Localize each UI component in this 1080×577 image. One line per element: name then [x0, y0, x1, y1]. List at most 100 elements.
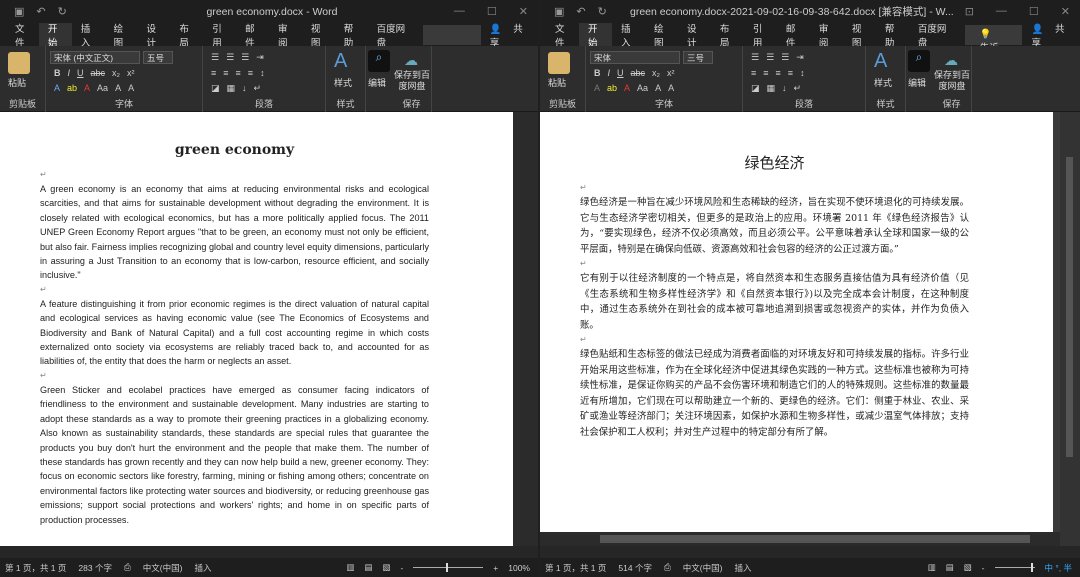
shading-icon[interactable]: ◪ — [211, 83, 220, 94]
zoom-slider[interactable] — [994, 563, 1035, 572]
vertical-scrollbar[interactable] — [1060, 112, 1080, 546]
save-to-baidu-button[interactable]: 保存到百度网盘 — [394, 70, 430, 92]
styles-icon[interactable]: A — [874, 50, 887, 73]
center-icon[interactable]: ≡ — [223, 68, 228, 78]
paste-button[interactable]: 粘贴 — [548, 76, 566, 89]
underline-button[interactable]: U — [77, 68, 84, 78]
subscript-button[interactable]: x₂ — [112, 68, 120, 78]
line-spacing-icon[interactable]: ↕ — [800, 68, 805, 78]
zoom-in-button[interactable]: + — [493, 563, 498, 573]
minimize-button[interactable]: — — [454, 5, 465, 18]
redo-icon[interactable]: ↻ — [58, 5, 67, 18]
save-to-baidu-button[interactable]: 保存到百度网盘 — [934, 70, 970, 92]
grow-font-icon[interactable]: A — [115, 83, 121, 93]
font-name-select[interactable]: 宋体 (中文正文) — [50, 51, 140, 64]
insert-mode[interactable]: 插入 — [734, 562, 751, 574]
show-marks-icon[interactable]: ↵ — [254, 83, 262, 94]
indent-icon[interactable]: ⇥ — [796, 52, 804, 63]
search-icon[interactable]: ⌕ — [908, 50, 930, 72]
shrink-font-icon[interactable]: A — [668, 83, 674, 93]
shading-icon[interactable]: ◪ — [751, 83, 760, 94]
subscript-button[interactable]: x₂ — [652, 68, 660, 78]
align-left-icon[interactable]: ≡ — [751, 68, 756, 78]
align-right-icon[interactable]: ≡ — [776, 68, 781, 78]
bold-button[interactable]: B — [54, 68, 61, 78]
italic-button[interactable]: I — [608, 68, 611, 78]
proofing-icon[interactable]: ⎙ — [124, 562, 131, 573]
numbering-icon[interactable]: ☰ — [766, 52, 774, 63]
strikethrough-button[interactable]: abc — [631, 68, 646, 78]
shrink-font-icon[interactable]: A — [128, 83, 134, 93]
justify-icon[interactable]: ≡ — [248, 68, 253, 78]
editing-button[interactable]: 编辑 — [368, 76, 386, 89]
align-left-icon[interactable]: ≡ — [211, 68, 216, 78]
italic-button[interactable]: I — [68, 68, 71, 78]
bullets-icon[interactable]: ☰ — [211, 52, 219, 63]
text-effects-icon[interactable]: A — [594, 83, 600, 93]
undo-icon[interactable]: ↶ — [576, 5, 585, 18]
print-layout-icon[interactable]: ▤ — [946, 562, 954, 573]
center-icon[interactable]: ≡ — [763, 68, 768, 78]
print-layout-icon[interactable]: ▤ — [364, 562, 372, 573]
page-count[interactable]: 第 1 页，共 1 页 — [545, 562, 606, 574]
save-icon[interactable]: ▣ — [14, 5, 24, 18]
change-case-icon[interactable]: Aa — [97, 83, 108, 93]
save-icon[interactable]: ▣ — [554, 5, 564, 18]
vertical-scrollbar[interactable] — [513, 112, 538, 546]
font-color-icon[interactable]: A — [84, 83, 90, 93]
highlight-icon[interactable]: ab — [607, 83, 617, 93]
tell-me-box[interactable] — [423, 24, 481, 45]
align-right-icon[interactable]: ≡ — [236, 68, 241, 78]
proofing-icon[interactable]: ⎙ — [664, 562, 671, 573]
change-case-icon[interactable]: Aa — [637, 83, 648, 93]
ribbon-display-button[interactable]: ⊡ — [965, 5, 974, 18]
read-mode-icon[interactable]: ▥ — [346, 562, 354, 573]
language[interactable]: 中文(中国) — [143, 562, 183, 574]
multilevel-icon[interactable]: ☰ — [781, 52, 789, 63]
ime-indicator[interactable]: 中 °, 半 — [1045, 562, 1072, 574]
font-name-select[interactable]: 宋体 — [590, 51, 680, 64]
strikethrough-button[interactable]: abc — [91, 68, 106, 78]
word-count[interactable]: 514 个字 — [618, 562, 652, 574]
bold-button[interactable]: B — [594, 68, 601, 78]
insert-mode[interactable]: 插入 — [194, 562, 211, 574]
zoom-level[interactable]: 100% — [508, 563, 530, 573]
styles-icon[interactable]: A — [334, 50, 347, 73]
zoom-out-button[interactable]: - — [400, 563, 403, 573]
font-size-select[interactable]: 三号 — [683, 51, 713, 64]
paste-icon[interactable] — [8, 52, 30, 74]
document-page[interactable]: 绿色经济 ↵ 绿色经济是一种旨在减少环境风险和生态稀缺的经济，旨在实现不使环境退… — [540, 112, 1053, 532]
word-count[interactable]: 283 个字 — [78, 562, 112, 574]
maximize-button[interactable]: ☐ — [487, 5, 497, 18]
paste-icon[interactable] — [548, 52, 570, 74]
minimize-button[interactable]: — — [996, 5, 1007, 18]
close-button[interactable]: ✕ — [519, 5, 528, 18]
document-page[interactable]: green economy ↵ A green economy is an ec… — [0, 112, 513, 546]
indent-icon[interactable]: ⇥ — [256, 52, 264, 63]
borders-icon[interactable]: ▦ — [227, 83, 236, 94]
redo-icon[interactable]: ↻ — [598, 5, 607, 18]
editing-button[interactable]: 编辑 — [908, 76, 926, 89]
highlight-icon[interactable]: ab — [67, 83, 77, 93]
horizontal-scrollbar[interactable] — [540, 532, 1060, 546]
superscript-button[interactable]: x² — [667, 68, 675, 78]
numbering-icon[interactable]: ☰ — [226, 52, 234, 63]
text-effects-icon[interactable]: A — [54, 83, 60, 93]
read-mode-icon[interactable]: ▥ — [928, 562, 936, 573]
sort-icon[interactable]: ↓ — [782, 83, 787, 94]
font-color-icon[interactable]: A — [624, 83, 630, 93]
bullets-icon[interactable]: ☰ — [751, 52, 759, 63]
zoom-out-button[interactable]: - — [982, 563, 985, 573]
grow-font-icon[interactable]: A — [655, 83, 661, 93]
language[interactable]: 中文(中国) — [683, 562, 723, 574]
maximize-button[interactable]: ☐ — [1029, 5, 1039, 18]
superscript-button[interactable]: x² — [127, 68, 135, 78]
sort-icon[interactable]: ↓ — [242, 83, 247, 94]
paste-button[interactable]: 粘贴 — [8, 76, 26, 89]
underline-button[interactable]: U — [617, 68, 624, 78]
styles-button[interactable]: 样式 — [334, 76, 352, 89]
styles-button[interactable]: 样式 — [874, 76, 892, 89]
borders-icon[interactable]: ▦ — [767, 83, 776, 94]
zoom-slider[interactable] — [413, 563, 484, 572]
font-size-select[interactable]: 五号 — [143, 51, 173, 64]
